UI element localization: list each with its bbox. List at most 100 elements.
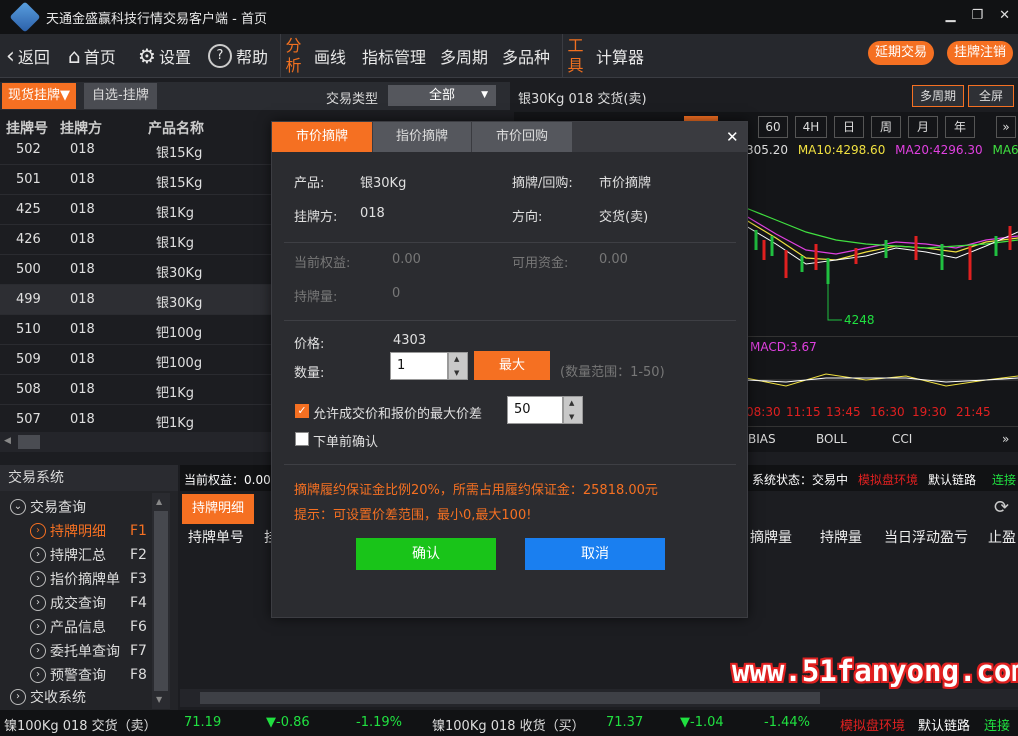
- period-60[interactable]: 60: [758, 116, 788, 138]
- confirm-before-order-label: 下单前确认: [313, 435, 379, 450]
- cancel-button[interactable]: 取消: [525, 538, 665, 570]
- tree-item-shortcut: F8: [130, 667, 147, 683]
- logout-listing-button[interactable]: 挂牌注销: [947, 41, 1014, 65]
- tab-market-pick[interactable]: 市价摘牌: [272, 122, 372, 152]
- connect-label: 连接: [992, 473, 1017, 487]
- quantity-stepper[interactable]: [448, 352, 468, 380]
- quantity-label: 数量:: [294, 366, 325, 381]
- tree-item[interactable]: › 委托单查询 F7: [30, 641, 147, 661]
- tree-item[interactable]: › 持牌明细 F1: [30, 521, 147, 541]
- chart-multi-period-button[interactable]: 多周期: [912, 85, 964, 107]
- tree-item[interactable]: › 指价摘牌单 F3: [30, 569, 147, 589]
- refresh-icon[interactable]: ⟳: [994, 497, 1009, 518]
- analysis-section[interactable]: 分析: [280, 34, 306, 78]
- listing-cell: 018: [70, 322, 95, 337]
- ma60-value: MA60:4: [992, 143, 1018, 157]
- settings-button[interactable]: ⚙ 设置: [138, 40, 191, 72]
- tab-holdings-detail[interactable]: 持牌明细: [182, 494, 255, 524]
- close-window-button[interactable]: ✕: [999, 8, 1010, 23]
- help-icon: ?: [208, 44, 232, 68]
- tab-boll[interactable]: BOLL: [816, 432, 847, 446]
- confirm-before-order-checkbox[interactable]: [295, 432, 309, 446]
- indicator-next-button[interactable]: »: [1002, 432, 1009, 446]
- tree-item[interactable]: › 产品信息 F6: [30, 617, 147, 637]
- spread-hint: 提示：可设置价差范围，最小0,最大100!: [294, 508, 532, 523]
- macd-plot: [746, 373, 1018, 387]
- listing-cell: 018: [70, 232, 95, 247]
- product-label: 产品:: [294, 176, 325, 191]
- tab-limit-pick[interactable]: 指价摘牌: [373, 122, 471, 152]
- link-label: 默认链路: [928, 473, 977, 487]
- watermark: www.51fanyong.com: [732, 654, 1018, 688]
- spread-stepper[interactable]: [563, 396, 583, 424]
- tab-market-buyback[interactable]: 市价回购: [472, 122, 572, 152]
- listing-cell: 018: [70, 292, 95, 307]
- chevron-left-icon: ‹: [6, 43, 15, 69]
- ticker-price-1: 71.19: [184, 715, 222, 730]
- maximize-button[interactable]: ❐: [971, 8, 983, 23]
- help-button[interactable]: ? 帮助: [208, 40, 268, 72]
- multi-product-button[interactable]: 多品种: [502, 40, 550, 72]
- listing-cell: 钯1Kg: [156, 386, 195, 401]
- draw-line-button[interactable]: 画线: [314, 40, 346, 72]
- ticker-item-2[interactable]: 镍100Kg 018 收货（买）: [432, 715, 585, 734]
- tab-spot-listing[interactable]: 现货挂牌▼: [2, 83, 76, 109]
- tab-bias[interactable]: BIAS: [748, 432, 776, 446]
- period-week[interactable]: 周: [871, 116, 901, 138]
- tab-cci[interactable]: CCI: [892, 432, 912, 446]
- listing-cell: 508: [16, 382, 41, 397]
- period-next-button[interactable]: »: [996, 116, 1016, 138]
- multi-period-button[interactable]: 多周期: [440, 40, 488, 72]
- chart-header: 银30Kg 018 交货(卖) 多周期 全屏: [514, 82, 1018, 110]
- indicator-manage-button[interactable]: 指标管理: [362, 40, 426, 72]
- tree-item-label: 持牌汇总: [50, 548, 106, 564]
- extend-trade-button[interactable]: 延期交易: [868, 41, 935, 65]
- spread-input[interactable]: 50: [507, 396, 563, 424]
- fullscreen-button[interactable]: 全屏: [968, 85, 1014, 107]
- quantity-input[interactable]: 1: [390, 352, 448, 380]
- price-value: 4303: [393, 333, 427, 348]
- tools-section[interactable]: 工具: [562, 34, 588, 78]
- holdings-scrollbar[interactable]: [180, 689, 1018, 707]
- tree-trade-query[interactable]: ⌄ 交易查询: [10, 497, 86, 517]
- listing-cell: 509: [16, 352, 41, 367]
- listing-tabs: 现货挂牌▼ 自选-挂牌 交易类型 全部 ▼: [0, 82, 510, 110]
- period-4h[interactable]: 4H: [795, 116, 827, 138]
- tree-delivery-system[interactable]: › 交收系统: [10, 687, 86, 707]
- tree-item[interactable]: › 预警查询 F8: [30, 665, 147, 685]
- period-month[interactable]: 月: [908, 116, 938, 138]
- allow-spread-checkbox[interactable]: ✓: [295, 404, 309, 418]
- trade-type-select[interactable]: 全部 ▼: [388, 85, 496, 106]
- listing-cell: 499: [16, 292, 41, 307]
- allow-spread-label: 允许成交价和报价的最大价差: [313, 407, 483, 422]
- tree-item-label: 预警查询: [50, 668, 106, 684]
- trade-type-label: 交易类型: [326, 92, 379, 107]
- expand-icon: ⌄: [10, 499, 26, 515]
- chevron-right-icon: ›: [30, 595, 46, 611]
- period-year[interactable]: 年: [945, 116, 975, 138]
- tree-item[interactable]: › 成交查询 F4: [30, 593, 147, 613]
- home-icon: ⌂: [68, 44, 81, 68]
- period-day[interactable]: 日: [834, 116, 864, 138]
- confirm-button[interactable]: 确认: [356, 538, 496, 570]
- ticker-item-1[interactable]: 镍100Kg 018 交货（卖）: [4, 715, 157, 734]
- dialog-close-icon[interactable]: ✕: [726, 128, 739, 146]
- max-quantity-button[interactable]: 最大: [474, 351, 550, 380]
- tab-favorite-listing[interactable]: 自选-挂牌: [84, 83, 157, 109]
- back-button[interactable]: ‹ 返回: [6, 40, 50, 72]
- chart-title: 银30Kg 018 交货(卖): [518, 92, 647, 107]
- tree-item-label: 持牌明细: [50, 524, 106, 540]
- listing-cell: 018: [70, 172, 95, 187]
- listing-cell: 钯100g: [156, 326, 203, 341]
- minimize-button[interactable]: ▁: [945, 8, 955, 23]
- tree-item-shortcut: F2: [130, 547, 147, 563]
- quantity-range: (数量范围：1-50): [560, 365, 665, 380]
- tree-item-shortcut: F1: [130, 523, 147, 539]
- chevron-right-icon: ›: [30, 571, 46, 587]
- calculator-button[interactable]: 计算器: [596, 40, 644, 72]
- tree-scrollbar[interactable]: ▲ ▼: [152, 493, 170, 709]
- holding-label: 持牌量:: [294, 290, 338, 305]
- tree-item[interactable]: › 持牌汇总 F2: [30, 545, 147, 565]
- listing-cell: 018: [70, 412, 95, 427]
- home-button[interactable]: ⌂ 首页: [68, 40, 116, 72]
